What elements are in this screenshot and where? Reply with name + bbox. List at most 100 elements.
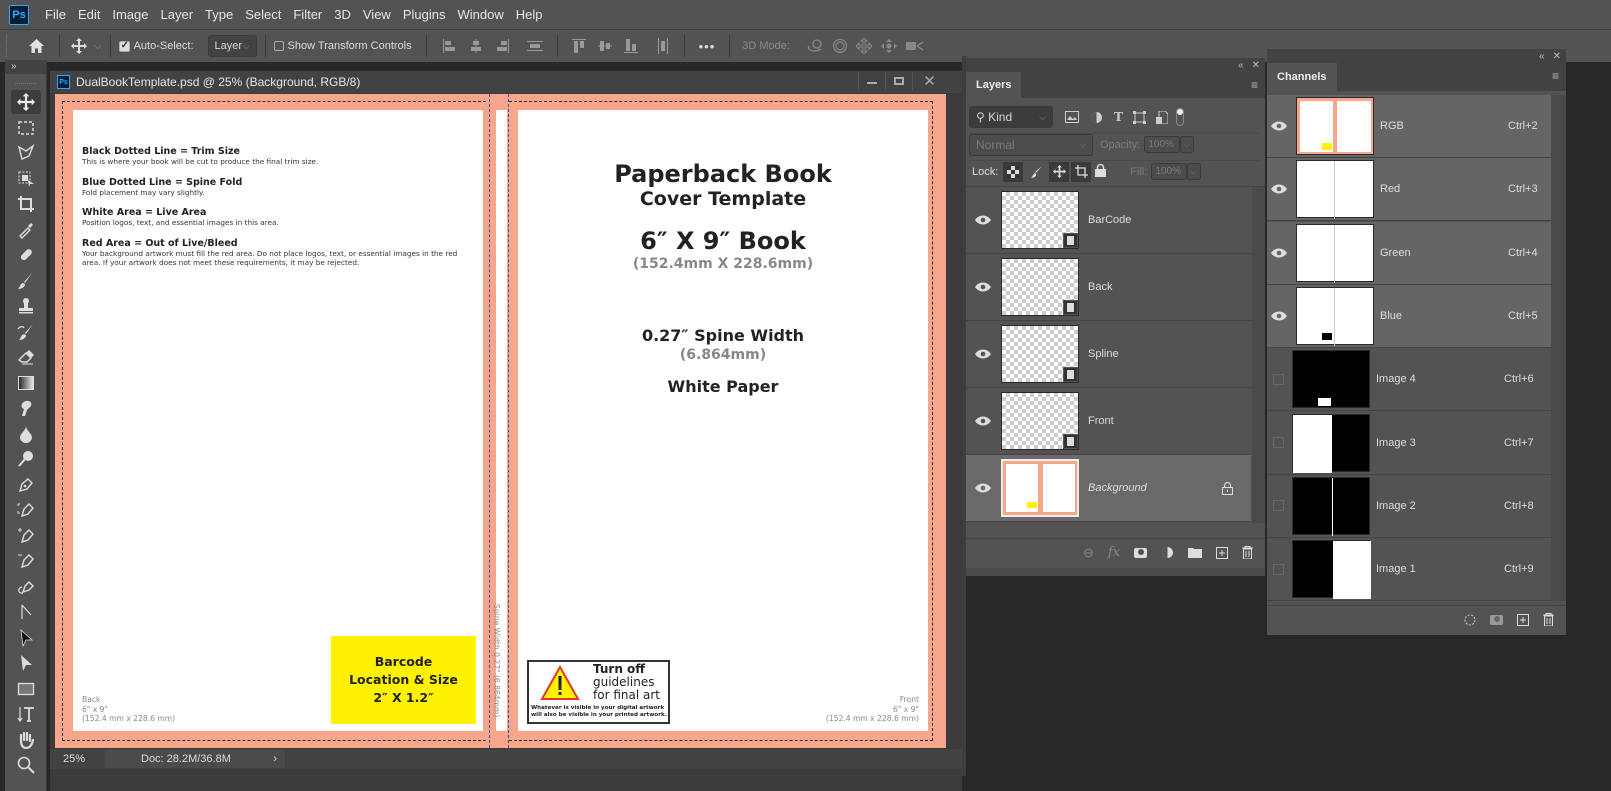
visibility-eye-icon[interactable]: [975, 282, 991, 292]
chevron-down-icon[interactable]: ⌵: [94, 41, 102, 52]
auto-select-checkbox[interactable]: [118, 40, 130, 52]
layer-row[interactable]: Back: [966, 254, 1251, 321]
tool-move[interactable]: [10, 90, 41, 114]
menu-plugins[interactable]: Plugins: [397, 7, 452, 22]
options-bar-grip[interactable]: [6, 35, 9, 57]
channels-scrollbar[interactable]: [1551, 95, 1566, 601]
filter-kind-dropdown[interactable]: ⚲ Kind ⌵: [969, 106, 1053, 128]
tool-rectangle[interactable]: [11, 677, 41, 701]
channel-name[interactable]: RGB: [1380, 120, 1508, 132]
lock-transparent-pixels-button[interactable]: [1003, 161, 1024, 182]
filter-smart-object-icon[interactable]: [1155, 110, 1168, 124]
collapse-panels-icon[interactable]: «: [1539, 51, 1545, 62]
visibility-eye-icon[interactable]: [1271, 248, 1287, 258]
layer-row[interactable]: Spline: [966, 321, 1251, 388]
lock-position-button[interactable]: [1049, 161, 1070, 182]
menu-edit[interactable]: Edit: [72, 7, 106, 22]
tool-gradient[interactable]: [11, 371, 41, 395]
layer-locked-icon[interactable]: [1222, 481, 1233, 495]
add-mask-icon[interactable]: [1134, 547, 1147, 558]
channel-name[interactable]: Blue: [1380, 310, 1508, 322]
auto-select-target-dropdown[interactable]: Layer ⌵: [207, 35, 257, 57]
menu-type[interactable]: Type: [199, 7, 239, 22]
align-vertical-centers-icon[interactable]: [597, 39, 612, 53]
menu-filter[interactable]: Filter: [287, 7, 328, 22]
3d-roll-icon[interactable]: [832, 38, 848, 54]
visibility-toggle[interactable]: [1273, 373, 1284, 385]
channel-name[interactable]: Image 3: [1376, 437, 1504, 449]
close-button[interactable]: ✕: [912, 72, 946, 90]
distribute-vertical-icon[interactable]: [526, 39, 543, 53]
layer-row-selected[interactable]: Background: [966, 455, 1251, 522]
close-panel-icon[interactable]: ✕: [1553, 51, 1561, 62]
menu-window[interactable]: Window: [451, 7, 509, 22]
layers-panel-resize-handle[interactable]: [966, 568, 1265, 576]
menu-select[interactable]: Select: [239, 7, 287, 22]
3d-orbit-icon[interactable]: [806, 38, 824, 54]
tool-polygonal-lasso[interactable]: [11, 141, 41, 165]
visibility-toggle[interactable]: [1273, 563, 1284, 575]
visibility-toggle[interactable]: [1273, 437, 1284, 448]
filter-shape-icon[interactable]: [1132, 110, 1146, 124]
document-tab[interactable]: Ps DualBookTemplate.psd @ 25% (Backgroun…: [50, 70, 962, 93]
tool-hand[interactable]: [11, 728, 41, 752]
tool-eraser[interactable]: [11, 345, 41, 369]
layer-name[interactable]: Front: [1088, 415, 1114, 427]
align-horizontal-centers-icon[interactable]: [469, 39, 483, 53]
opacity-slider-toggle[interactable]: ⌵: [1180, 136, 1195, 153]
tool-blur[interactable]: [11, 422, 41, 446]
move-tool-preset[interactable]: [68, 38, 90, 54]
channel-row[interactable]: RGB Ctrl+2: [1267, 95, 1551, 158]
tool-history-brush[interactable]: [11, 320, 41, 344]
tool-path-selection[interactable]: [11, 626, 41, 650]
canvas[interactable]: Black Dotted Line = Trim Size This is wh…: [55, 94, 946, 748]
tab-layers[interactable]: Layers: [966, 72, 1022, 98]
channel-row[interactable]: Image 2 Ctrl+8: [1267, 475, 1551, 538]
tool-brush[interactable]: [11, 269, 41, 293]
visibility-eye-icon[interactable]: [975, 349, 991, 359]
visibility-eye-icon[interactable]: [1271, 311, 1287, 321]
filter-adjustment-icon[interactable]: [1090, 111, 1103, 124]
tool-dodge[interactable]: [11, 447, 41, 471]
opacity-input[interactable]: 100%: [1144, 136, 1181, 153]
channel-row[interactable]: Image 3 Ctrl+7: [1267, 412, 1551, 475]
tool-add-anchor-point[interactable]: [11, 524, 41, 548]
menu-help[interactable]: Help: [510, 7, 549, 22]
home-button[interactable]: [21, 38, 51, 54]
tool-line-path[interactable]: [11, 600, 41, 624]
maximize-button[interactable]: [885, 72, 912, 90]
3d-scale-camera-icon[interactable]: [905, 39, 924, 53]
align-top-edges-icon[interactable]: [571, 39, 586, 53]
visibility-eye-icon[interactable]: [1271, 121, 1287, 131]
tool-direct-selection[interactable]: [11, 651, 41, 675]
align-bottom-edges-icon[interactable]: [623, 39, 638, 53]
panel-menu-icon[interactable]: ≡: [1552, 69, 1559, 83]
channel-row[interactable]: Blue Ctrl+5: [1267, 284, 1551, 348]
tool-zoom[interactable]: [11, 753, 41, 777]
show-transform-controls-checkbox[interactable]: [273, 41, 284, 51]
tab-channels[interactable]: Channels: [1267, 63, 1337, 91]
visibility-eye-icon[interactable]: [975, 416, 991, 426]
channel-name[interactable]: Red: [1380, 183, 1508, 195]
layer-row[interactable]: BarCode: [966, 187, 1251, 254]
filter-type-icon[interactable]: T: [1114, 110, 1123, 124]
tool-smudge[interactable]: [11, 396, 41, 420]
layer-name[interactable]: Spline: [1088, 348, 1119, 360]
load-channel-as-selection-icon[interactable]: [1464, 614, 1476, 626]
new-channel-icon[interactable]: [1517, 613, 1529, 626]
new-adjustment-layer-icon[interactable]: [1161, 546, 1174, 559]
link-layers-icon[interactable]: ⊖: [1083, 545, 1094, 561]
tool-crop[interactable]: [11, 192, 41, 216]
visibility-eye-icon[interactable]: [975, 215, 991, 225]
menu-view[interactable]: View: [357, 7, 397, 22]
tool-delete-anchor-point[interactable]: [11, 549, 41, 573]
visibility-eye-icon[interactable]: [1271, 184, 1287, 194]
delete-layer-trash-icon[interactable]: [1242, 546, 1253, 559]
tool-eyedropper[interactable]: [11, 218, 41, 242]
fill-input[interactable]: 100%: [1151, 163, 1188, 180]
layer-row[interactable]: Front: [966, 388, 1251, 455]
collapse-panels-icon[interactable]: «: [1238, 60, 1244, 71]
tool-vertical-type[interactable]: [11, 702, 41, 726]
save-selection-as-channel-icon[interactable]: [1490, 614, 1503, 625]
filter-toggle[interactable]: [1175, 108, 1184, 126]
